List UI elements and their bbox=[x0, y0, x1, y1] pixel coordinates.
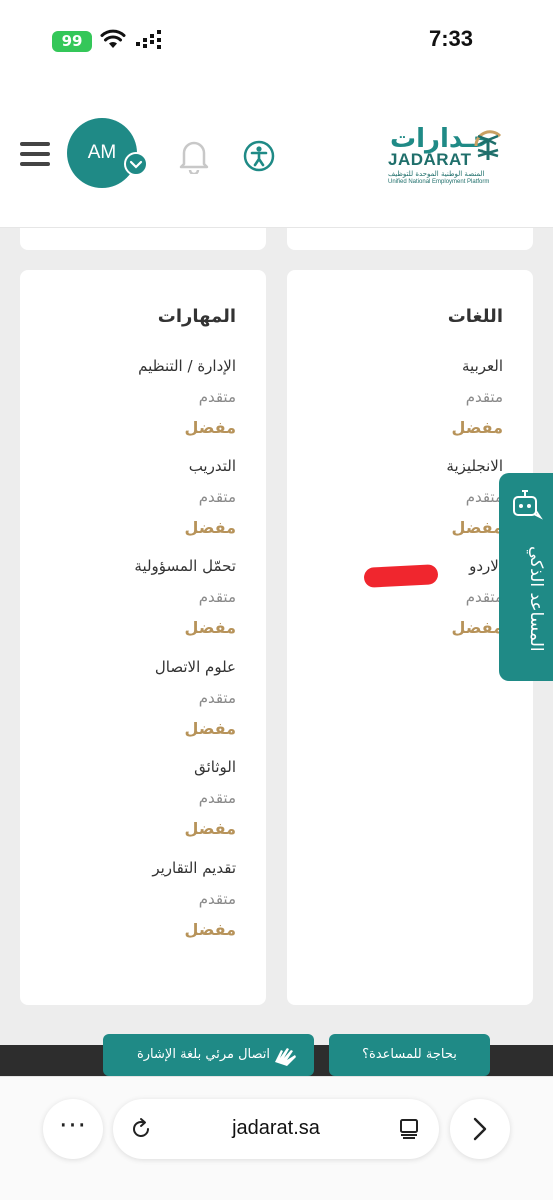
site-header: AM جـدارات JADARAT المنصة الوطنية الموحد… bbox=[0, 80, 553, 228]
skill-preference: مفضل bbox=[184, 518, 236, 537]
language-level: متقدم bbox=[465, 588, 503, 606]
battery-indicator: 99 bbox=[52, 31, 92, 52]
language-preference: مفضل bbox=[451, 618, 503, 637]
more-options-button[interactable]: ··· bbox=[43, 1099, 103, 1159]
language-name: العربية bbox=[462, 357, 503, 375]
language-name: الانجليزية bbox=[446, 457, 503, 475]
hamburger-menu-icon[interactable] bbox=[20, 142, 50, 166]
accessibility-icon[interactable] bbox=[243, 140, 275, 172]
sign-language-call-button[interactable]: اتصال مرئي بلغة الإشارة bbox=[103, 1034, 314, 1076]
chevron-down-icon[interactable] bbox=[124, 152, 148, 176]
language-level: متقدم bbox=[465, 488, 503, 506]
wifi-icon bbox=[100, 29, 126, 48]
skill-level: متقدم bbox=[198, 890, 236, 908]
skill-entry: الوثائق متقدم مفضل bbox=[185, 757, 236, 839]
skill-name: تحمّل المسؤولية bbox=[134, 557, 236, 575]
sign-language-hands-icon bbox=[275, 1048, 296, 1066]
skill-preference: مفضل bbox=[184, 819, 236, 838]
forward-button[interactable] bbox=[450, 1099, 510, 1159]
skill-entry: تحمّل المسؤولية متقدم مفضل bbox=[134, 556, 236, 638]
sign-language-label: اتصال مرئي بلغة الإشارة bbox=[136, 1047, 270, 1062]
need-help-button[interactable]: بحاجة للمساعدة؟ bbox=[329, 1034, 490, 1076]
skill-entry: علوم الاتصال متقدم مفضل bbox=[155, 657, 236, 739]
skill-level: متقدم bbox=[198, 789, 236, 807]
tabs-icon[interactable] bbox=[397, 1117, 421, 1141]
skill-level: متقدم bbox=[198, 488, 236, 506]
languages-title: اللغات bbox=[447, 306, 503, 327]
signal-icon bbox=[136, 30, 161, 49]
language-entry: العربية متقدم مفضل bbox=[452, 356, 503, 438]
skill-name: الوثائق bbox=[194, 758, 236, 776]
logo-english: JADARAT bbox=[388, 150, 472, 169]
skill-preference: مفضل bbox=[184, 618, 236, 637]
address-bar[interactable]: jadarat.sa bbox=[113, 1099, 439, 1159]
palm-emblem-icon bbox=[474, 130, 502, 160]
status-bar: 99 7:33 bbox=[0, 0, 553, 80]
language-name: الاردو bbox=[469, 557, 503, 575]
skill-entry: التدريب متقدم مفضل bbox=[185, 456, 236, 538]
skill-preference: مفضل bbox=[184, 719, 236, 738]
logo-subtitle-ar: المنصة الوطنية الموحدة للتوظيف bbox=[388, 170, 485, 178]
chevron-right-icon bbox=[473, 1117, 487, 1141]
skill-name: التدريب bbox=[188, 457, 236, 475]
language-entry: الانجليزية متقدم مفضل bbox=[446, 456, 503, 538]
card-stub-right bbox=[287, 228, 533, 250]
logo-subtitle-en: Unified National Employment Platform bbox=[388, 179, 490, 185]
smart-assistant-tab[interactable]: المساعد الذكي bbox=[499, 473, 553, 681]
redaction-mark bbox=[363, 564, 439, 588]
bell-icon[interactable] bbox=[178, 138, 210, 174]
language-entry: الاردو متقدم مفضل bbox=[452, 556, 503, 638]
language-level: متقدم bbox=[465, 388, 503, 406]
browser-toolbar: ··· jadarat.sa bbox=[0, 1076, 553, 1200]
card-stub-left bbox=[20, 228, 266, 250]
languages-card: اللغات العربية متقدم مفضل الانجليزية متق… bbox=[287, 270, 533, 1005]
skills-title: المهارات bbox=[157, 306, 236, 327]
skill-name: تقديم التقارير bbox=[152, 859, 236, 877]
clock: 7:33 bbox=[428, 26, 473, 51]
user-avatar[interactable]: AM bbox=[67, 118, 137, 188]
jadarat-logo[interactable]: جـدارات JADARAT المنصة الوطنية الموحدة ل… bbox=[386, 124, 510, 186]
skill-level: متقدم bbox=[198, 388, 236, 406]
skill-level: متقدم bbox=[198, 588, 236, 606]
skill-preference: مفضل bbox=[184, 920, 236, 939]
language-preference: مفضل bbox=[451, 518, 503, 537]
skills-card: المهارات الإدارة / التنظيم متقدم مفضل ال… bbox=[20, 270, 266, 1005]
skill-level: متقدم bbox=[198, 689, 236, 707]
language-preference: مفضل bbox=[451, 418, 503, 437]
skill-name: الإدارة / التنظيم bbox=[138, 357, 236, 375]
skill-entry: الإدارة / التنظيم متقدم مفضل bbox=[138, 356, 236, 438]
skill-entry: تقديم التقارير متقدم مفضل bbox=[152, 858, 236, 940]
skill-name: علوم الاتصال bbox=[154, 658, 236, 676]
chatbot-icon bbox=[513, 490, 543, 520]
skill-preference: مفضل bbox=[184, 418, 236, 437]
url-text: jadarat.sa bbox=[232, 1117, 320, 1139]
smart-assistant-label: المساعد الذكي bbox=[526, 546, 546, 652]
battery-level: 99 bbox=[61, 32, 83, 50]
